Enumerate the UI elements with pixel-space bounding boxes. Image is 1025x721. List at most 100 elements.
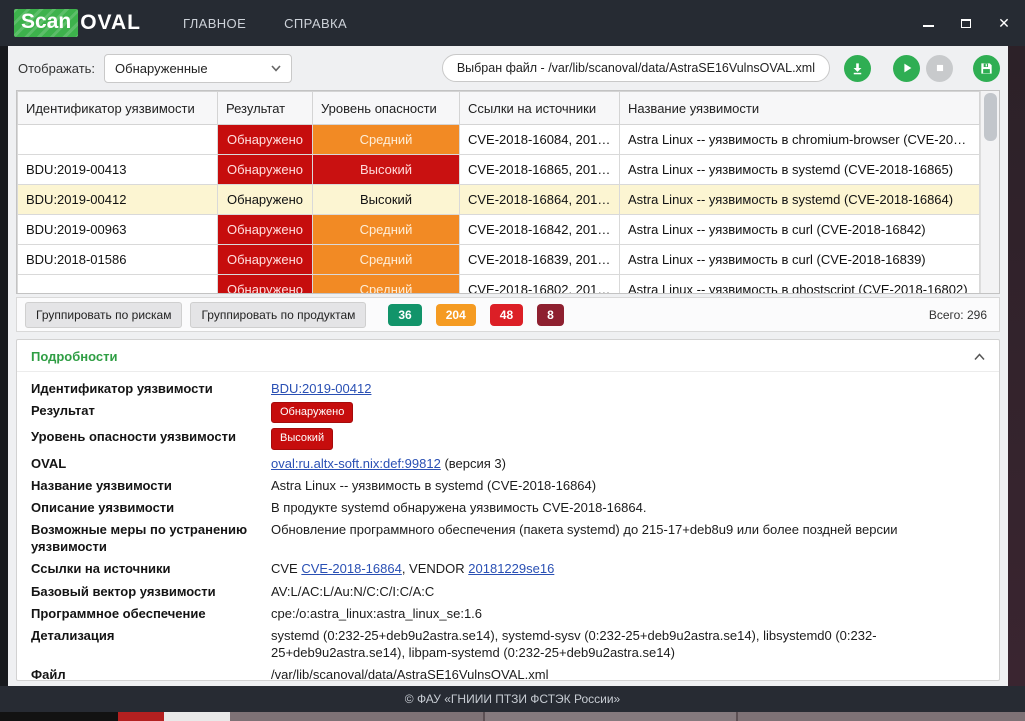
cve-reference-link[interactable]: CVE-2018-16864	[301, 561, 401, 576]
cell-refs: CVE-2018-16084, 20181229se...	[459, 124, 620, 155]
logo-oval-text: OVAL	[80, 11, 141, 34]
vuln-id-link[interactable]: BDU:2019-00412	[271, 381, 371, 396]
save-floppy-icon	[981, 62, 992, 74]
table-scrollbar-thumb[interactable]	[984, 93, 997, 141]
play-icon	[903, 63, 911, 73]
filter-select-value: Обнаруженные	[115, 60, 208, 76]
cell-result: Обнаружено	[217, 214, 313, 245]
table-row-selected[interactable]: BDU:2019-00412 Обнаружено Высокий CVE-20…	[17, 184, 980, 215]
desktop-right-edge	[1008, 46, 1025, 686]
field-base-vector: Базовый вектор уязвимости AV:L/AC:L/Au:N…	[31, 583, 435, 599]
selected-file-button[interactable]: Выбран файл - /var/lib/scanoval/data/Ast…	[441, 54, 830, 82]
field-oval: OVAL oval:ru.altx-soft.nix:def:99812 (ве…	[31, 455, 506, 471]
cell-severity: Средний	[312, 244, 460, 275]
cell-id	[17, 274, 218, 293]
cell-refs: CVE-2018-16842, 20190222se...	[459, 214, 620, 245]
chevron-down-icon	[271, 64, 281, 72]
group-bar: Группировать по рискам Группировать по п…	[16, 297, 1000, 332]
field-severity: Уровень опасности уязвимости Высокий	[31, 426, 985, 453]
download-button[interactable]	[844, 54, 871, 82]
minimize-button[interactable]	[921, 16, 935, 30]
vulnerability-table: Идентификатор уязвимости Результат Урове…	[16, 90, 1000, 294]
maximize-icon	[961, 18, 971, 28]
details-header: Подробности	[17, 340, 999, 372]
titlebar: Scan OVAL ГЛАВНОЕ СПРАВКА ✕	[0, 0, 1025, 46]
cell-name: Astra Linux -- уязвимость в curl (CVE-20…	[619, 214, 980, 245]
cell-id: BDU:2019-00413	[17, 154, 218, 185]
cell-name: Astra Linux -- уязвимость в curl (CVE-20…	[619, 244, 980, 275]
cell-severity: Высокий	[312, 154, 460, 185]
cell-name: Astra Linux -- уязвимость в ghostscript …	[619, 274, 980, 293]
table-row[interactable]: BDU:2018-01586 Обнаружено Средний CVE-20…	[17, 244, 980, 275]
oval-definition-link[interactable]: oval:ru.altx-soft.nix:def:99812	[271, 456, 441, 471]
field-references: Ссылки на источники CVE CVE-2018-16864, …	[31, 561, 555, 577]
download-arrow-icon	[853, 62, 862, 74]
filter-select[interactable]: Обнаруженные	[104, 53, 293, 83]
oval-version: (версия 3)	[440, 455, 506, 471]
cell-result: Обнаружено	[217, 184, 313, 215]
cell-refs: CVE-2018-16865, 20181229se...	[459, 154, 620, 185]
cell-id: BDU:2019-00412	[17, 184, 218, 215]
total-count: Всего: 296	[928, 307, 987, 322]
cell-name: Astra Linux -- уязвимость в systemd (CVE…	[619, 154, 980, 185]
logo-scan-badge: Scan	[14, 9, 79, 37]
column-header-refs[interactable]: Ссылки на источники	[459, 91, 620, 125]
cell-refs: CVE-2018-16839, 20181229se...	[459, 244, 620, 275]
cell-result: Обнаружено	[217, 154, 313, 185]
table-row[interactable]: BDU:2019-00963 Обнаружено Средний CVE-20…	[17, 214, 980, 245]
app-body: Отображать: Обнаруженные Выбран файл - /…	[8, 46, 1008, 686]
display-label: Отображать:	[18, 60, 96, 76]
cell-id	[17, 124, 218, 155]
column-header-result[interactable]: Результат	[217, 91, 313, 125]
badge-count-critical[interactable]: 8	[537, 303, 564, 326]
cell-result: Обнаружено	[217, 124, 313, 155]
collapse-details-button[interactable]	[974, 352, 985, 361]
table-row[interactable]: BDU:2019-00413 Обнаружено Высокий CVE-20…	[17, 154, 980, 185]
details-title: Подробности	[31, 349, 118, 364]
field-remediation: Возможные меры по устранению уязвимости …	[31, 522, 898, 555]
column-header-id[interactable]: Идентификатор уязвимости	[17, 91, 218, 125]
column-header-severity[interactable]: Уровень опасности	[312, 91, 460, 125]
table-row[interactable]: Обнаружено Средний CVE-2018-16084, 20181…	[17, 124, 980, 155]
cell-refs: CVE-2018-16864, 20181229se...	[459, 184, 620, 215]
cell-id: BDU:2019-00963	[17, 214, 218, 245]
field-vuln-id: Идентификатор уязвимости BDU:2019-00412	[31, 380, 372, 396]
save-report-button[interactable]	[973, 54, 1000, 82]
cell-severity: Средний	[312, 274, 460, 293]
cell-id: BDU:2018-01586	[17, 244, 218, 275]
field-description: Описание уязвимости В продукте systemd о…	[31, 500, 647, 515]
result-badge: Обнаружено	[271, 401, 354, 424]
cell-result: Обнаружено	[217, 244, 313, 275]
menu-item-help[interactable]: СПРАВКА	[284, 16, 347, 31]
app-logo: Scan OVAL	[14, 9, 141, 37]
window-controls: ✕	[921, 16, 1011, 30]
field-detail: Детализация systemd (0:232-25+deb9u2astr…	[31, 627, 877, 661]
badge-count-low[interactable]: 36	[388, 303, 422, 326]
cell-name: Astra Linux -- уязвимость в systemd (CVE…	[619, 184, 980, 215]
table-row[interactable]: Обнаружено Средний CVE-2018-16802, 20181…	[17, 274, 980, 293]
cell-refs: CVE-2018-16802, 20181229se...	[459, 274, 620, 293]
group-by-risk-button[interactable]: Группировать по рискам	[25, 301, 183, 328]
field-vuln-name: Название уязвимости Astra Linux -- уязви…	[31, 477, 597, 493]
maximize-button[interactable]	[959, 16, 973, 30]
column-header-name[interactable]: Название уязвимости	[619, 91, 980, 125]
badge-count-high[interactable]: 48	[489, 303, 524, 326]
table-scrollbar[interactable]	[980, 91, 999, 293]
table-header-row: Идентификатор уязвимости Результат Урове…	[17, 91, 980, 125]
badge-count-medium[interactable]: 204	[435, 303, 476, 326]
stop-scan-button[interactable]	[926, 54, 953, 82]
severity-badge: Высокий	[271, 428, 334, 450]
run-scan-button[interactable]	[893, 54, 920, 82]
vendor-reference-link[interactable]: 20181229se16	[468, 561, 554, 576]
group-by-product-button[interactable]: Группировать по продуктам	[190, 301, 367, 328]
details-panel: Подробности Идентификатор уязвимости BDU…	[16, 339, 1000, 681]
minimize-icon	[922, 25, 934, 27]
field-software: Программное обеспечение cpe:/o:astra_lin…	[31, 605, 483, 621]
close-button[interactable]: ✕	[997, 16, 1011, 30]
menu-item-main[interactable]: ГЛАВНОЕ	[183, 16, 246, 31]
toolbar: Отображать: Обнаруженные Выбран файл - /…	[8, 46, 1008, 90]
field-result: Результат Обнаружено	[31, 399, 985, 426]
desktop-strip	[0, 712, 1025, 721]
cell-severity: Средний	[312, 214, 460, 245]
cell-severity: Высокий	[312, 184, 460, 215]
